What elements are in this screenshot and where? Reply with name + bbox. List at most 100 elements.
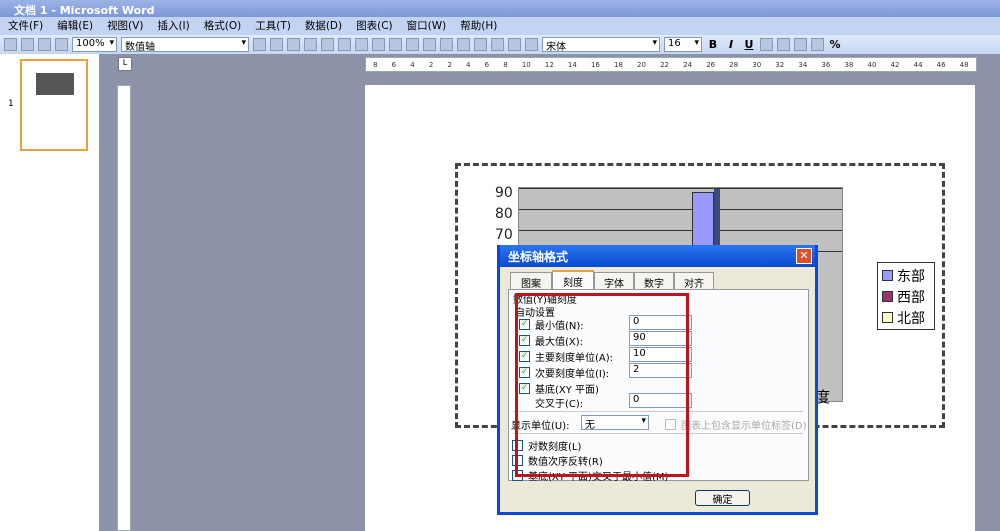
ruler-tick: 28 xyxy=(729,60,739,69)
import-icon[interactable] xyxy=(270,38,283,51)
open-icon[interactable] xyxy=(21,38,34,51)
drawing-icon[interactable] xyxy=(491,38,504,51)
menu-tools[interactable]: 工具(T) xyxy=(255,18,291,34)
chart-object-select[interactable]: 数值轴 xyxy=(121,37,249,53)
ruler-tick: 12 xyxy=(544,60,554,69)
ruler-tick: 18 xyxy=(614,60,623,69)
menu-data[interactable]: 数据(D) xyxy=(305,18,342,34)
vertical-ruler[interactable] xyxy=(117,85,131,531)
ruler-tick: 8 xyxy=(503,60,508,69)
font-size-select[interactable]: 16 xyxy=(664,37,702,52)
y-tick-label: 90 xyxy=(495,185,513,201)
percent-button[interactable]: % xyxy=(828,38,842,51)
currency-icon[interactable] xyxy=(811,38,824,51)
legend-icon[interactable] xyxy=(474,38,487,51)
data-table-icon[interactable] xyxy=(406,38,419,51)
menu-chart[interactable]: 图表(C) xyxy=(356,18,393,34)
value-gridlines-icon[interactable] xyxy=(457,38,470,51)
ruler-tick: 46 xyxy=(936,60,946,69)
tab-number[interactable]: 数字 xyxy=(634,272,674,290)
legend-item: 西部 xyxy=(882,286,930,307)
ruler-tick: 4 xyxy=(466,60,471,69)
ruler-tick: 20 xyxy=(637,60,646,69)
dialog-title: 坐标轴格式 xyxy=(500,245,815,267)
y-tick-label: 70 xyxy=(495,227,513,243)
copy-icon[interactable] xyxy=(321,38,334,51)
undo-icon[interactable] xyxy=(355,38,368,51)
tab-scale[interactable]: 刻度 xyxy=(552,270,594,290)
legend-item: 东部 xyxy=(882,265,930,286)
ruler-tick: 48 xyxy=(959,60,969,69)
thumbnail-pane: 1 xyxy=(0,54,100,531)
chart-type-icon[interactable] xyxy=(423,38,436,51)
help-icon[interactable] xyxy=(525,38,538,51)
menu-format[interactable]: 格式(O) xyxy=(204,18,241,34)
ruler-tick: 38 xyxy=(844,60,854,69)
highlight-box xyxy=(515,293,689,477)
underline-button[interactable]: U xyxy=(742,38,756,51)
gridline xyxy=(519,209,842,210)
tab-patterns[interactable]: 图案 xyxy=(510,272,552,290)
format-object-icon[interactable] xyxy=(253,38,266,51)
y-tick-label: 80 xyxy=(495,206,513,222)
ruler-tick: 34 xyxy=(798,60,808,69)
title-bar: 文档 1 - Microsoft Word xyxy=(0,0,1000,17)
fill-color-icon[interactable] xyxy=(508,38,521,51)
legend-label: 西部 xyxy=(897,289,925,306)
menu-help[interactable]: 帮助(H) xyxy=(460,18,497,34)
paste-icon[interactable] xyxy=(338,38,351,51)
menu-window[interactable]: 窗口(W) xyxy=(407,18,447,34)
ruler-tick: 32 xyxy=(775,60,785,69)
format-axis-dialog: 坐标轴格式 ✕ 图案 刻度 字体 数字 对齐 数值(Y)轴刻度 自动设置 ✓ 最小… xyxy=(497,245,818,515)
legend-label: 北部 xyxy=(897,310,925,327)
menu-file[interactable]: 文件(F) xyxy=(8,18,43,34)
ruler-tick: 6 xyxy=(484,60,490,69)
tab-selector[interactable]: L xyxy=(118,57,132,71)
toolbar: 100% 数值轴 宋体 16 B I U % xyxy=(0,35,1000,54)
ruler-tick: 4 xyxy=(410,60,415,69)
ruler-tick: 6 xyxy=(391,60,397,69)
gridline xyxy=(519,188,842,189)
page-number: 1 xyxy=(8,99,14,109)
ruler-tick: 26 xyxy=(706,60,716,69)
menu-view[interactable]: 视图(V) xyxy=(107,18,143,34)
menu-edit[interactable]: 编辑(E) xyxy=(57,18,93,34)
ruler-tick: 14 xyxy=(567,60,577,69)
legend-label: 东部 xyxy=(897,268,925,285)
ruler-tick: 24 xyxy=(683,60,693,69)
align-left-icon[interactable] xyxy=(760,38,773,51)
view-datasheet-icon[interactable] xyxy=(287,38,300,51)
align-right-icon[interactable] xyxy=(794,38,807,51)
horizontal-ruler[interactable]: 8 6 4 2 2 4 6 8 10 12 14 16 18 20 22 24 26 28 30 32 34 36 38 40… xyxy=(365,57,977,72)
font-select[interactable]: 宋体 xyxy=(542,37,660,53)
by-row-icon[interactable] xyxy=(372,38,385,51)
italic-button[interactable]: I xyxy=(724,38,738,51)
by-column-icon[interactable] xyxy=(389,38,402,51)
zoom-select[interactable]: 100% xyxy=(72,37,117,52)
cut-icon[interactable] xyxy=(304,38,317,51)
legend-item: 北部 xyxy=(882,307,930,328)
ruler-tick: 2 xyxy=(447,60,452,69)
page-thumbnail[interactable] xyxy=(20,59,88,151)
ok-button[interactable]: 确定 xyxy=(695,490,750,506)
chart-legend[interactable]: 东部 西部 北部 xyxy=(877,262,935,330)
ruler-tick: 36 xyxy=(821,60,831,69)
category-gridlines-icon[interactable] xyxy=(440,38,453,51)
tab-font[interactable]: 字体 xyxy=(594,272,634,290)
legend-swatch xyxy=(882,312,893,323)
menu-insert[interactable]: 插入(I) xyxy=(157,18,189,34)
close-icon[interactable]: ✕ xyxy=(796,248,812,264)
tab-alignment[interactable]: 对齐 xyxy=(674,272,714,290)
ruler-tick: 8 xyxy=(373,60,378,69)
legend-swatch xyxy=(882,291,893,302)
show-unit-label: 图表上包含显示单位标签(D) xyxy=(681,421,807,432)
align-center-icon[interactable] xyxy=(777,38,790,51)
legend-swatch xyxy=(882,270,893,281)
new-icon[interactable] xyxy=(4,38,17,51)
bold-button[interactable]: B xyxy=(706,38,720,51)
save-icon[interactable] xyxy=(38,38,51,51)
ruler-tick: 16 xyxy=(590,60,600,69)
ruler-tick: 2 xyxy=(428,60,434,69)
print-icon[interactable] xyxy=(55,38,68,51)
menu-bar: 文件(F) 编辑(E) 视图(V) 插入(I) 格式(O) 工具(T) 数据(D… xyxy=(0,17,1000,35)
